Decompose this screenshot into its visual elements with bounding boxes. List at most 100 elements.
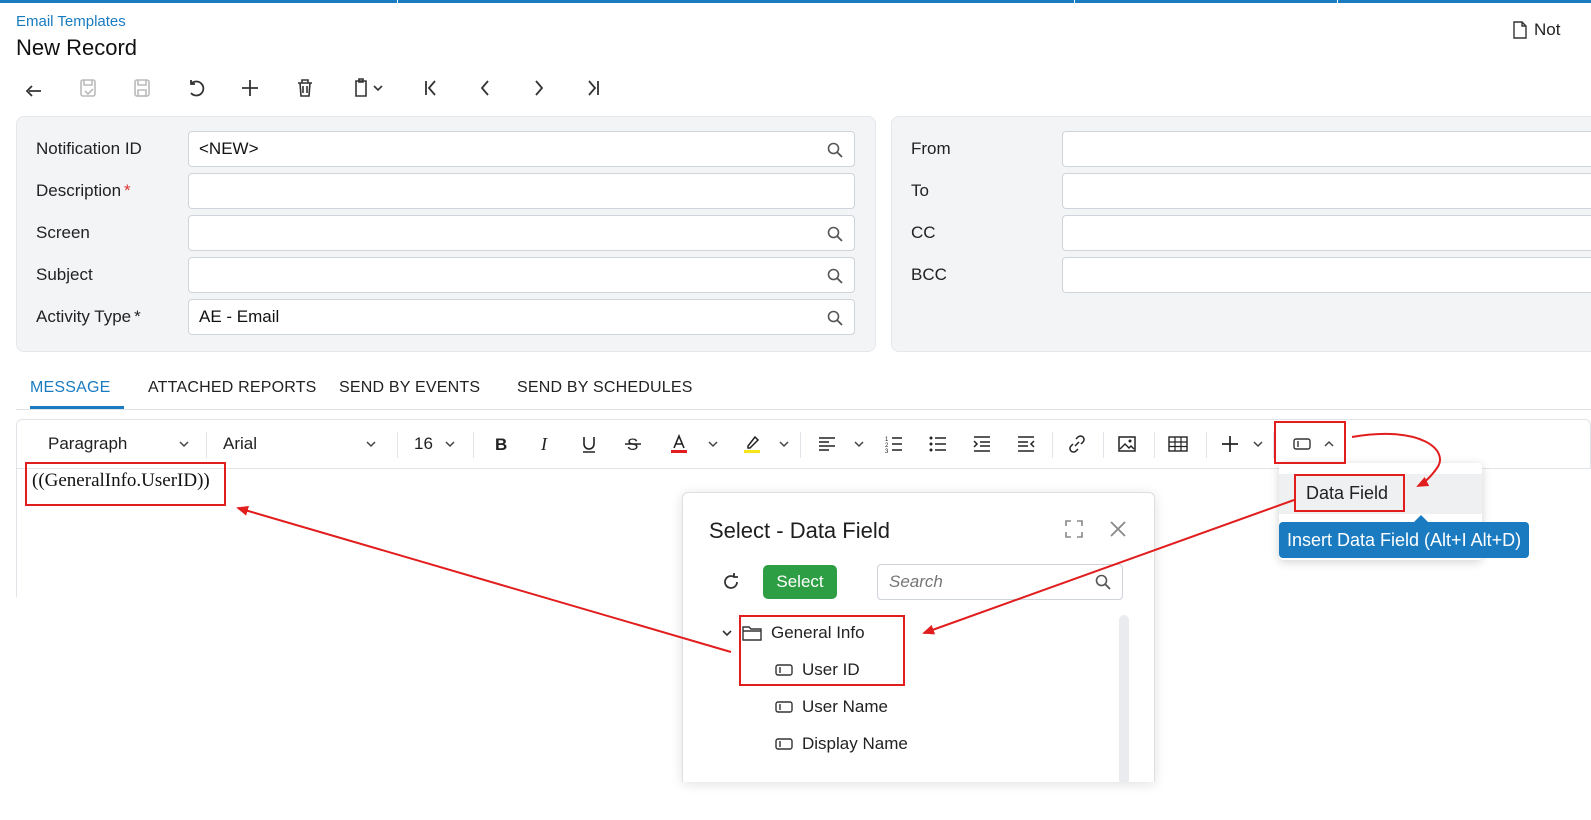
to-field[interactable]: [1062, 173, 1591, 209]
tab-attached-reports[interactable]: ATTACHED REPORTS: [148, 379, 317, 397]
search-icon[interactable]: [826, 141, 844, 159]
bold-icon: B: [495, 435, 507, 454]
block-style-value: Paragraph: [48, 434, 128, 453]
annotation-box-data-field-item: [1294, 474, 1405, 512]
highlight-color-button[interactable]: [742, 420, 790, 468]
bullet-list-button[interactable]: [928, 420, 948, 468]
search-icon[interactable]: [1094, 573, 1112, 591]
dialog-scrollbar[interactable]: [1119, 615, 1129, 782]
page-title: New Record: [16, 35, 138, 60]
tab-bar: MESSAGE ATTACHED REPORTS SEND BY EVENTS …: [16, 376, 1591, 410]
indent-button[interactable]: [972, 420, 992, 468]
underline-button[interactable]: [579, 420, 599, 468]
align-button[interactable]: [817, 420, 865, 468]
cc-label: CC: [911, 223, 936, 242]
from-field[interactable]: [1062, 131, 1591, 167]
underline-icon: [583, 437, 595, 453]
search-icon[interactable]: [826, 267, 844, 285]
link-button[interactable]: [1067, 420, 1087, 468]
activity-type-field[interactable]: AE - Email: [188, 299, 855, 335]
search-field[interactable]: [877, 564, 1123, 600]
save-button[interactable]: [124, 70, 160, 106]
first-record-button[interactable]: [413, 70, 449, 106]
strikethrough-icon: S: [625, 435, 641, 454]
search-icon[interactable]: [826, 225, 844, 243]
cc-field[interactable]: [1062, 215, 1591, 251]
tree-item-user-name[interactable]: User Name: [775, 697, 888, 717]
tree-item-label: User Name: [802, 697, 888, 716]
previous-record-button[interactable]: [467, 70, 503, 106]
chevron-down-icon: [722, 630, 732, 637]
save-icon: [134, 79, 150, 97]
description-label: Description *: [36, 181, 131, 200]
bcc-label: BCC: [911, 265, 947, 284]
chevron-down-icon: [366, 441, 376, 448]
first-record-icon: [425, 80, 436, 96]
tree-item-label: Display Name: [802, 734, 908, 753]
clipboard-menu-button[interactable]: [342, 70, 392, 106]
insert-more-button[interactable]: [1220, 420, 1264, 468]
previous-record-icon: [480, 80, 489, 96]
annotation-box-data-field-button: [1274, 421, 1346, 464]
undo-icon: [190, 80, 205, 97]
maximize-icon[interactable]: [1064, 519, 1084, 539]
outdent-icon: [1018, 436, 1035, 452]
top-accent-bar: [0, 0, 1591, 3]
font-size-select[interactable]: 16: [414, 420, 456, 468]
breadcrumb[interactable]: Email Templates: [16, 13, 126, 30]
clipboard-icon: [355, 78, 367, 97]
outdent-button[interactable]: [1016, 420, 1036, 468]
data-field-icon: [775, 738, 793, 750]
tab-send-by-schedules[interactable]: SEND BY SCHEDULES: [517, 379, 693, 397]
add-button[interactable]: [232, 70, 268, 106]
italic-button[interactable]: I: [535, 420, 555, 468]
bcc-field[interactable]: [1062, 257, 1591, 293]
search-input[interactable]: [887, 566, 1087, 598]
bold-button[interactable]: B: [491, 420, 511, 468]
last-record-button[interactable]: [575, 70, 611, 106]
text-color-icon: [671, 434, 687, 453]
notification-id-field[interactable]: <NEW>: [188, 131, 855, 167]
required-marker: *: [124, 181, 131, 200]
refresh-icon[interactable]: [720, 571, 742, 593]
chevron-down-icon: [854, 441, 864, 448]
screen-field[interactable]: [188, 215, 855, 251]
numbered-list-icon: 123: [885, 437, 902, 454]
block-style-select[interactable]: Paragraph: [48, 420, 190, 468]
search-icon[interactable]: [826, 309, 844, 327]
back-icon: [25, 85, 41, 97]
annotation-box-editor-content: [25, 462, 226, 506]
insert-data-field-tooltip: Insert Data Field (Alt+I Alt+D): [1279, 515, 1530, 558]
image-button[interactable]: [1117, 420, 1137, 468]
text-color-button[interactable]: [669, 420, 719, 468]
font-family-select[interactable]: Arial: [223, 420, 377, 468]
plus-icon: [1222, 436, 1238, 452]
save-close-button[interactable]: [70, 70, 106, 106]
close-icon[interactable]: [1108, 519, 1128, 539]
notes-button[interactable]: Not: [1512, 20, 1560, 40]
delete-button[interactable]: [287, 70, 323, 106]
subject-field[interactable]: [188, 257, 855, 293]
next-record-icon: [535, 80, 544, 96]
link-icon: [1069, 435, 1085, 453]
description-field[interactable]: [188, 173, 855, 209]
strikethrough-button[interactable]: S: [623, 420, 643, 468]
subject-label: Subject: [36, 265, 93, 284]
last-record-icon: [588, 80, 599, 96]
notification-id-label: Notification ID: [36, 139, 142, 158]
italic-icon: I: [540, 434, 548, 454]
select-button[interactable]: Select: [763, 565, 837, 599]
back-button[interactable]: [16, 70, 52, 106]
table-button[interactable]: [1168, 420, 1188, 468]
tree-item-display-name[interactable]: Display Name: [775, 734, 908, 754]
next-record-button[interactable]: [521, 70, 557, 106]
bullet-list-icon: [929, 436, 946, 452]
chevron-down-icon: [445, 441, 455, 448]
tab-message[interactable]: MESSAGE: [30, 379, 111, 397]
undo-button[interactable]: [178, 70, 214, 106]
dialog-title: Select - Data Field: [709, 518, 890, 543]
font-size-value: 16: [414, 434, 433, 453]
tab-send-by-events[interactable]: SEND BY EVENTS: [339, 379, 480, 397]
numbered-list-button[interactable]: 123: [884, 420, 904, 468]
to-label: To: [911, 181, 929, 200]
